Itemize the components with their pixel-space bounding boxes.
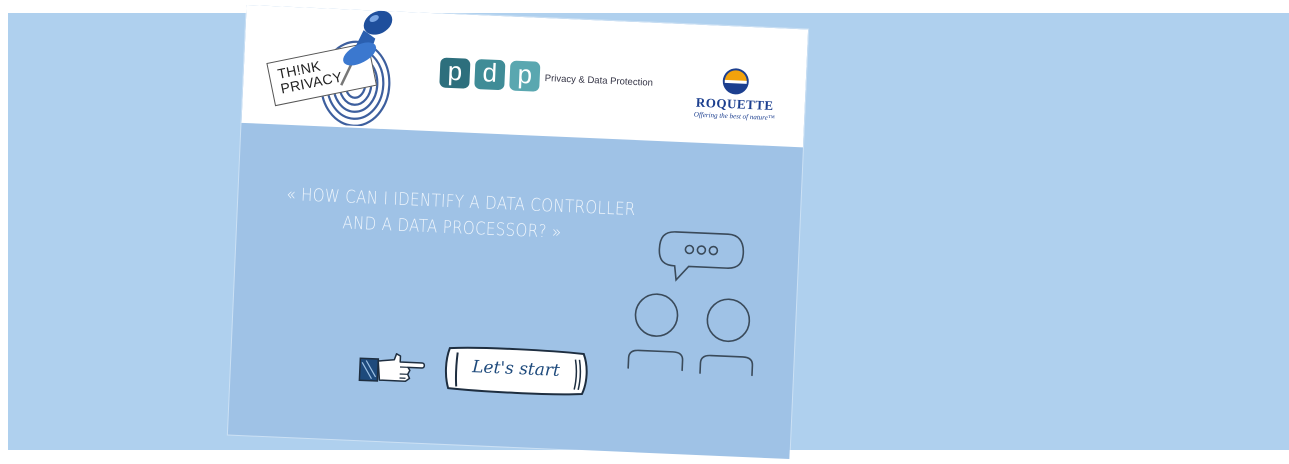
- pdp-letter-p: p: [439, 56, 471, 89]
- pdp-letter-p2: p: [509, 59, 541, 92]
- roquette-logo: ROQUETTE Offering the best of nature™: [680, 62, 791, 137]
- question-title: « HOW CAN I IDENTIFY A DATA CONTROLLER A…: [285, 182, 636, 247]
- pointing-hand-icon: [358, 353, 426, 382]
- course-title-card: TH!NK PRIVACY p d p Privacy & Data Prote…: [227, 4, 809, 460]
- lets-start-button[interactable]: Let's start: [440, 342, 592, 400]
- people-icon: [627, 231, 754, 377]
- chat-bubble-icon: [658, 231, 745, 282]
- pdp-letter-d: d: [474, 57, 506, 91]
- roquette-emblem-icon: [722, 68, 749, 95]
- think-privacy-logo: TH!NK PRIVACY: [256, 10, 401, 128]
- pdp-logo: p d p Privacy & Data Protection: [439, 56, 653, 92]
- logo-header: TH!NK PRIVACY p d p Privacy & Data Prote…: [241, 4, 809, 148]
- push-pin-icon: [340, 10, 393, 86]
- pdp-caption: Privacy & Data Protection: [544, 73, 654, 89]
